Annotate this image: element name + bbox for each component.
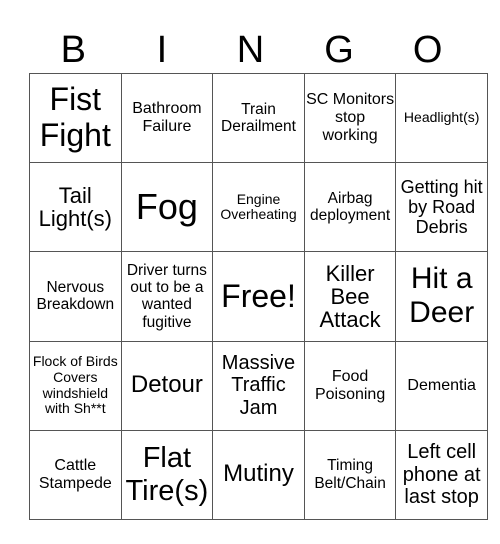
header-letter-b: B xyxy=(60,29,86,71)
bingo-grid: Fist Fight Bathroom Failure Train Derail… xyxy=(29,72,488,520)
bingo-cell[interactable]: Fog xyxy=(120,162,214,253)
bingo-cell[interactable]: Left cell phone at last stop xyxy=(395,429,488,520)
header-letter-g: G xyxy=(324,29,354,71)
grid-row: Cattle Stampede Flat Tire(s) Mutiny Timi… xyxy=(29,429,488,520)
bingo-cell[interactable]: Tail Light(s) xyxy=(29,162,122,253)
grid-row: Flock of Birds Covers windshield with Sh… xyxy=(29,340,488,431)
header-letter-o: O xyxy=(412,29,443,71)
bingo-header: B I N G O xyxy=(29,28,472,72)
bingo-cell[interactable]: Airbag deployment xyxy=(303,162,397,253)
bingo-cell[interactable]: Headlight(s) xyxy=(395,72,488,164)
bingo-cell[interactable]: Mutiny xyxy=(212,429,305,520)
bingo-cell[interactable]: Flock of Birds Covers windshield with Sh… xyxy=(29,340,122,431)
free-space-cell[interactable]: Free! xyxy=(212,251,305,342)
bingo-cell[interactable]: Fist Fight xyxy=(29,72,122,164)
bingo-cell[interactable]: Timing Belt/Chain xyxy=(303,429,397,520)
bingo-cell[interactable]: Dementia xyxy=(395,340,488,431)
grid-row: Tail Light(s) Fog Engine Overheating Air… xyxy=(29,162,488,253)
bingo-cell[interactable]: Nervous Breakdown xyxy=(29,251,122,342)
bingo-cell[interactable]: SC Monitors stop working xyxy=(303,72,397,164)
bingo-cell[interactable]: Cattle Stampede xyxy=(29,429,122,520)
bingo-cell[interactable]: Food Poisoning xyxy=(303,340,397,431)
bingo-cell[interactable]: Train Derailment xyxy=(212,72,305,164)
grid-row: Fist Fight Bathroom Failure Train Derail… xyxy=(29,72,488,164)
bingo-cell[interactable]: Getting hit by Road Debris xyxy=(395,162,488,253)
bingo-cell[interactable]: Driver turns out to be a wanted fugitive xyxy=(120,251,214,342)
grid-row: Nervous Breakdown Driver turns out to be… xyxy=(29,251,488,342)
bingo-cell[interactable]: Detour xyxy=(120,340,214,431)
bingo-cell[interactable]: Flat Tire(s) xyxy=(120,429,214,520)
bingo-cell[interactable]: Massive Traffic Jam xyxy=(212,340,305,431)
header-letter-i: I xyxy=(156,29,168,71)
bingo-cell[interactable]: Hit a Deer xyxy=(395,251,488,342)
bingo-cell[interactable]: Killer Bee Attack xyxy=(303,251,397,342)
header-letter-n: N xyxy=(236,29,265,71)
bingo-cell[interactable]: Engine Overheating xyxy=(212,162,305,253)
bingo-cell[interactable]: Bathroom Failure xyxy=(120,72,214,164)
